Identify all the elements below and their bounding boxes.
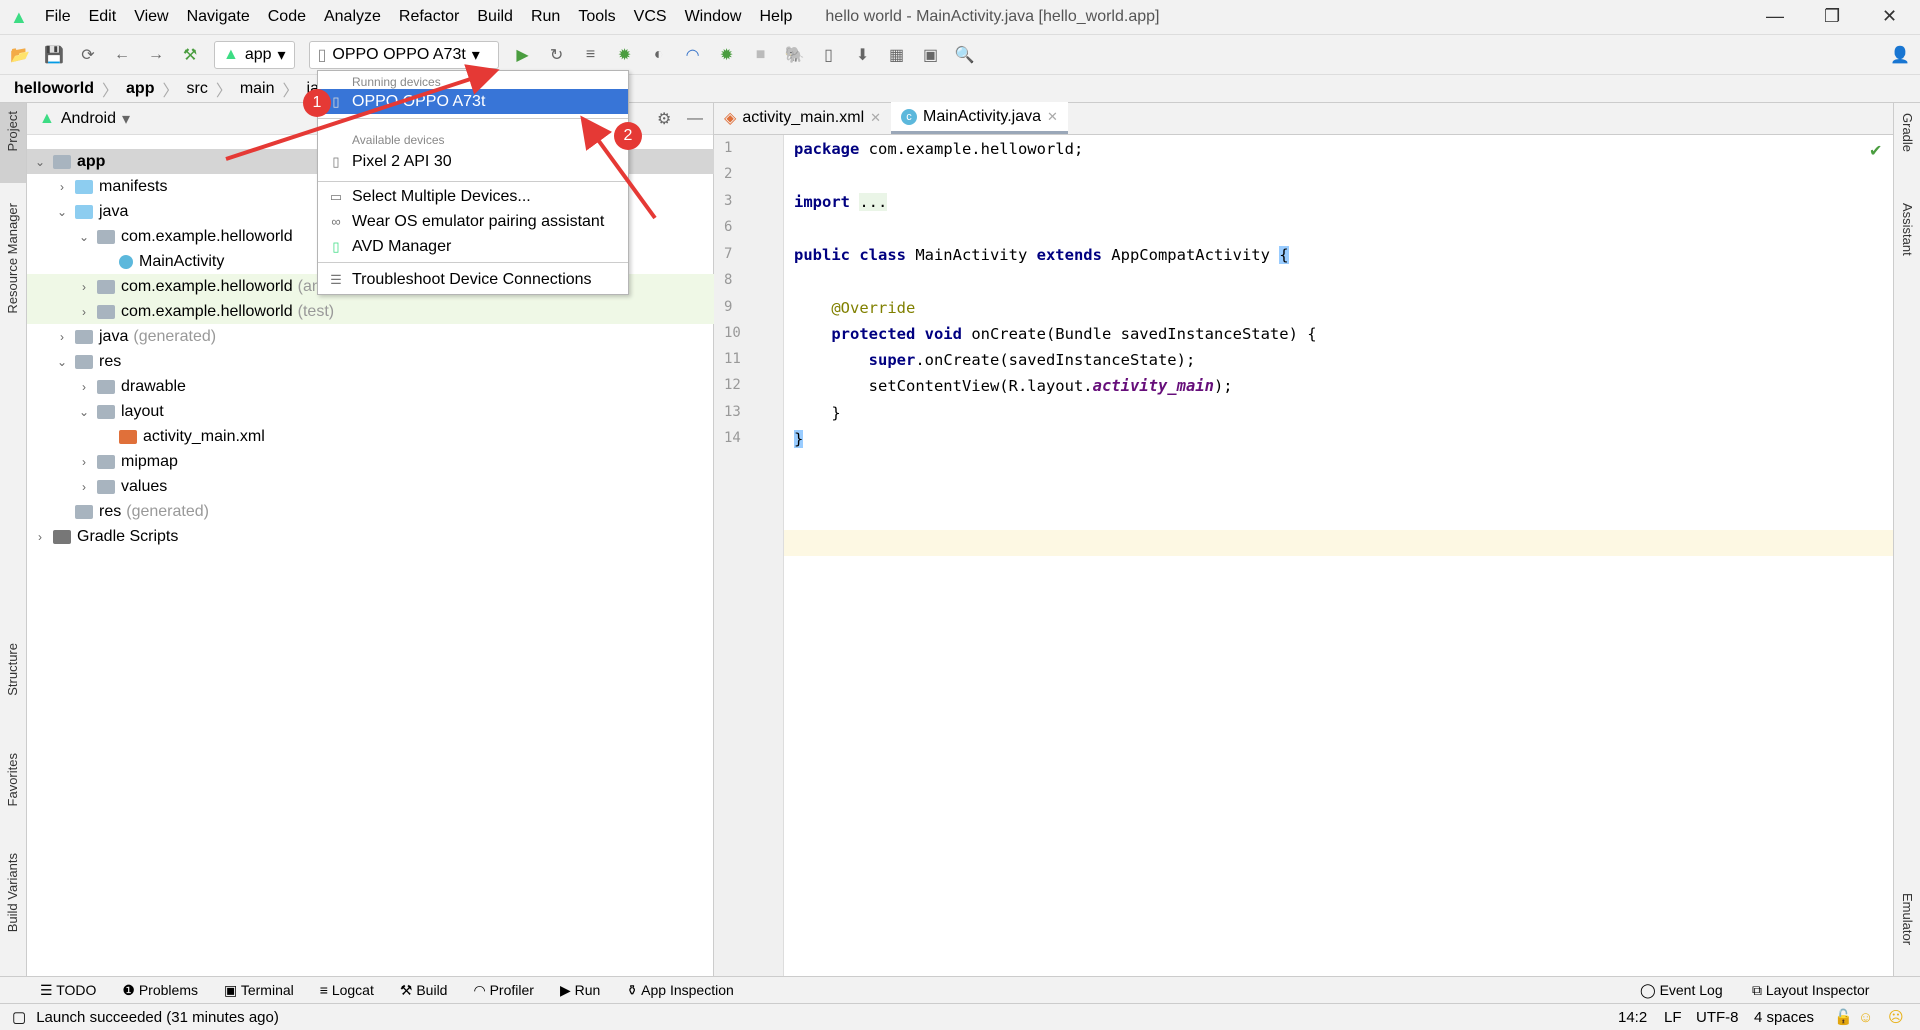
line-separator[interactable]: LF (1664, 1009, 1682, 1026)
annotation-badge-1: 1 (303, 89, 331, 117)
terminal-tool-tab[interactable]: ▣ Terminal (224, 982, 294, 999)
logcat-tool-tab[interactable]: ≡ Logcat (320, 982, 374, 998)
app-inspection-tool-tab[interactable]: ⚱ App Inspection (626, 982, 733, 999)
encoding[interactable]: UTF-8 (1696, 1009, 1739, 1026)
bottom-tool-bar: ☰ TODO ❶ Problems ▣ Terminal ≡ Logcat ⚒ … (0, 976, 1920, 1003)
arrow-1 (225, 64, 500, 161)
profiler-tool-tab[interactable]: ◠ Profiler (473, 982, 533, 999)
run-tool-tab[interactable]: ▶ Run (560, 982, 600, 999)
layout-inspector-tool-tab[interactable]: ⧉ Layout Inspector (1752, 982, 1869, 999)
annotation-arrows (225, 64, 657, 220)
problems-tool-tab[interactable]: ❶ Problems (122, 982, 198, 999)
indent[interactable]: 4 spaces (1754, 1009, 1814, 1026)
happy-face-icon[interactable]: ☺ (1858, 1009, 1873, 1026)
todo-tool-tab[interactable]: ☰ TODO (40, 982, 96, 999)
sad-face-icon[interactable]: ☹ (1888, 1008, 1904, 1026)
status-bar: ▢ Launch succeeded (31 minutes ago) 14:2… (0, 1003, 1920, 1030)
status-message[interactable]: Launch succeeded (31 minutes ago) (36, 1009, 279, 1026)
build-tool-tab[interactable]: ⚒ Build (400, 982, 448, 999)
caret-position[interactable]: 14:2 (1618, 1009, 1647, 1026)
annotation-badge-2: 2 (614, 122, 642, 150)
event-log-tool-tab[interactable]: ◯ Event Log (1640, 982, 1723, 999)
panel-toggle-icon[interactable]: ▢ (12, 1008, 26, 1026)
lock-icon[interactable]: 🔓 (1834, 1008, 1853, 1026)
